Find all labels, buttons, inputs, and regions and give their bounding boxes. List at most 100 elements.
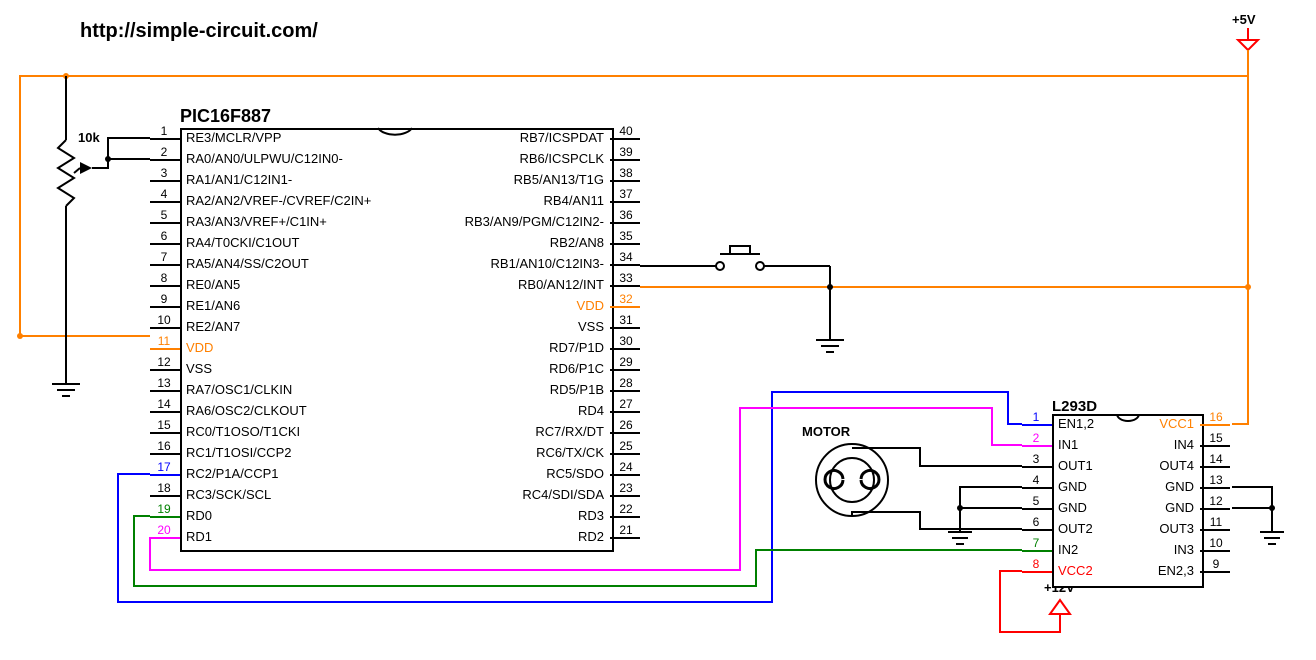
pin-label: RA4/T0CKI/C1OUT: [186, 235, 299, 250]
pin-lead: [150, 306, 180, 308]
pin-number: 12: [1204, 494, 1228, 508]
pin-label: GND: [1165, 479, 1194, 494]
pin-label: RA6/OSC2/CLKOUT: [186, 403, 307, 418]
pin-label: RD6/P1C: [549, 361, 604, 376]
pin-label: RC3/SCK/SCL: [186, 487, 271, 502]
pin-lead: [150, 453, 180, 455]
pin-lead: [610, 264, 640, 266]
pin-number: 24: [614, 460, 638, 474]
pin-lead: [610, 327, 640, 329]
pin-number: 32: [614, 292, 638, 306]
pin-number: 8: [1024, 557, 1048, 571]
pin-number: 38: [614, 166, 638, 180]
pin-number: 4: [1024, 473, 1048, 487]
pin-lead: [150, 432, 180, 434]
pin-lead: [150, 411, 180, 413]
pin-label: OUT2: [1058, 521, 1093, 536]
pin-lead: [610, 138, 640, 140]
source-url: http://simple-circuit.com/: [80, 20, 318, 43]
pin-label: RC5/SDO: [546, 466, 604, 481]
pin-label: RC6/TX/CK: [536, 445, 604, 460]
pin-number: 36: [614, 208, 638, 222]
pin-label: RA7/OSC1/CLKIN: [186, 382, 292, 397]
pin-number: 14: [152, 397, 176, 411]
pin-lead: [610, 411, 640, 413]
pin-lead: [610, 285, 640, 287]
pin-number: 1: [152, 124, 176, 138]
pin-lead: [1022, 424, 1052, 426]
pin-number: 33: [614, 271, 638, 285]
pin-label: EN2,3: [1158, 563, 1194, 578]
pin-label: OUT4: [1159, 458, 1194, 473]
pin-number: 10: [1204, 536, 1228, 550]
pin-label: IN3: [1174, 542, 1194, 557]
pin-number: 16: [152, 439, 176, 453]
pin-label: RB0/AN12/INT: [518, 277, 604, 292]
pin-number: 10: [152, 313, 176, 327]
pin-number: 30: [614, 334, 638, 348]
pin-label: RB6/ICSPCLK: [519, 151, 604, 166]
pin-lead: [610, 516, 640, 518]
pin-lead: [1022, 508, 1052, 510]
pin-label: VCC1: [1159, 416, 1194, 431]
pin-number: 6: [152, 229, 176, 243]
pin-lead: [610, 453, 640, 455]
pin-lead: [610, 432, 640, 434]
pin-label: GND: [1058, 500, 1087, 515]
pin-label: RC7/RX/DT: [535, 424, 604, 439]
pin-label: RC0/T1OSO/T1CKI: [186, 424, 300, 439]
pin-label: RD5/P1B: [550, 382, 604, 397]
pin-label: RA0/AN0/ULPWU/C12IN0-: [186, 151, 343, 166]
pin-lead: [150, 285, 180, 287]
pin-lead: [150, 474, 180, 476]
pin-lead: [150, 138, 180, 140]
pin-lead: [1200, 550, 1230, 552]
pin-label: RE1/AN6: [186, 298, 240, 313]
pin-label: RB1/AN10/C12IN3-: [491, 256, 604, 271]
pin-number: 11: [1204, 515, 1228, 529]
pin-lead: [610, 243, 640, 245]
pin-number: 29: [614, 355, 638, 369]
pin-number: 5: [1024, 494, 1048, 508]
pin-number: 25: [614, 439, 638, 453]
pin-number: 23: [614, 481, 638, 495]
pin-number: 2: [152, 145, 176, 159]
pin-lead: [610, 180, 640, 182]
pin-lead: [1200, 424, 1230, 426]
pin-number: 8: [152, 271, 176, 285]
pin-label: RB2/AN8: [550, 235, 604, 250]
pin-number: 9: [1204, 557, 1228, 571]
pin-number: 17: [152, 460, 176, 474]
pin-number: 31: [614, 313, 638, 327]
pin-lead: [610, 537, 640, 539]
pin-label: VDD: [577, 298, 604, 313]
pin-lead: [150, 264, 180, 266]
pin-number: 35: [614, 229, 638, 243]
pin-number: 37: [614, 187, 638, 201]
pin-label: RD2: [578, 529, 604, 544]
pin-lead: [150, 243, 180, 245]
pin-lead: [1022, 529, 1052, 531]
pin-label: RD0: [186, 508, 212, 523]
pin-number: 13: [1204, 473, 1228, 487]
pin-number: 4: [152, 187, 176, 201]
pin-lead: [1200, 508, 1230, 510]
pin-label: GND: [1058, 479, 1087, 494]
pin-label: RD3: [578, 508, 604, 523]
pin-number: 22: [614, 502, 638, 516]
pin-number: 15: [152, 418, 176, 432]
pin-lead: [610, 222, 640, 224]
label-10k: 10k: [78, 130, 100, 145]
pin-label: IN2: [1058, 542, 1078, 557]
pin-number: 27: [614, 397, 638, 411]
pin-label: RB4/AN11: [544, 193, 604, 208]
pin-number: 5: [152, 208, 176, 222]
pin-number: 26: [614, 418, 638, 432]
pin-label: IN4: [1174, 437, 1194, 452]
pin-lead: [150, 495, 180, 497]
pin-lead: [1200, 445, 1230, 447]
pin-label: RA3/AN3/VREF+/C1IN+: [186, 214, 327, 229]
pin-label: RE3/MCLR/VPP: [186, 130, 281, 145]
pin-number: 11: [152, 334, 176, 348]
pin-label: RC1/T1OSI/CCP2: [186, 445, 291, 460]
